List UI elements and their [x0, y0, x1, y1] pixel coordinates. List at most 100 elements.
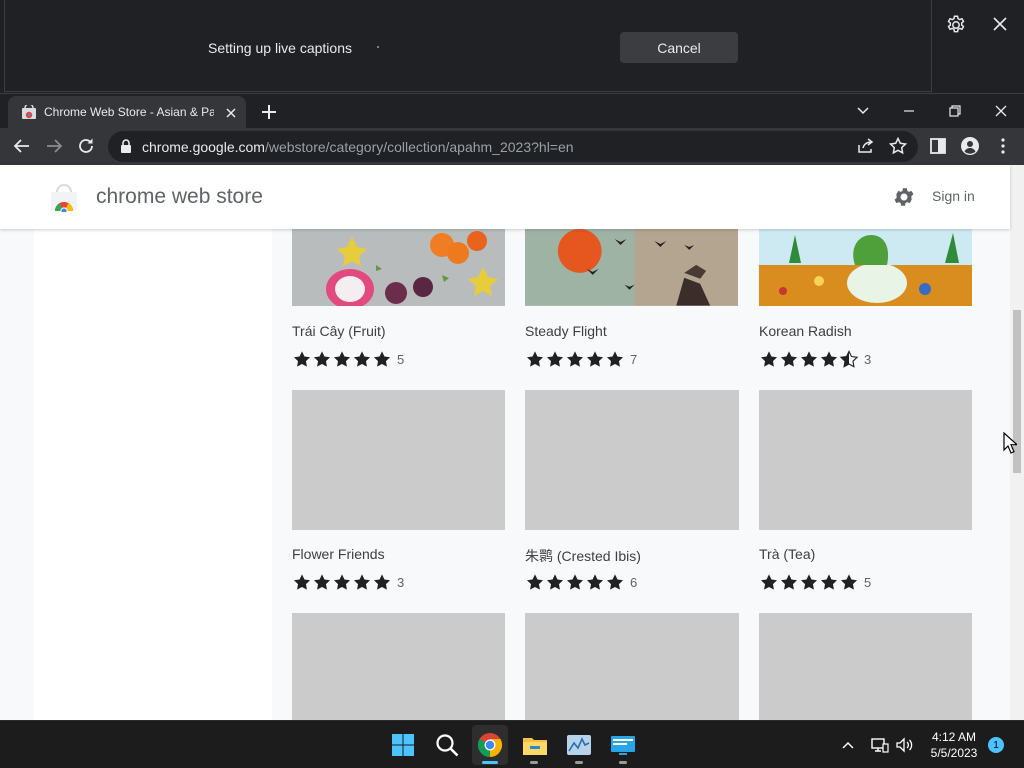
url-host: chrome.google.com — [142, 139, 265, 155]
extension-name[interactable]: Trái Cây (Fruit) — [292, 323, 386, 339]
chrome-icon — [477, 733, 503, 757]
restore-icon[interactable] — [945, 101, 965, 121]
search-icon[interactable] — [433, 731, 461, 759]
clock-time[interactable]: 4:12 AM — [928, 730, 980, 744]
extension-name[interactable]: Steady Flight — [525, 323, 607, 339]
web-page: chrome web store Sign in Trái Cây (Fruit… — [0, 165, 1024, 720]
tab-search-chevron-icon[interactable] — [853, 101, 873, 121]
extension-name[interactable]: 朱鹮 (Crested Ibis) — [525, 546, 641, 566]
rating-count: 5 — [864, 574, 872, 590]
star-icon — [780, 351, 798, 367]
theme-thumbnail-placeholder[interactable] — [292, 390, 505, 530]
show-hidden-icons-chevron-icon[interactable] — [840, 737, 856, 753]
rating-count: 3 — [397, 574, 405, 590]
network-icon[interactable] — [869, 735, 889, 755]
tab-strip: Chrome Web Store - Asian & Pac — [0, 93, 1024, 129]
star-icon — [293, 574, 311, 590]
captions-status-text: Setting up live captions — [208, 40, 352, 56]
theme-thumbnail-placeholder[interactable] — [525, 613, 739, 720]
task-manager-icon[interactable] — [565, 731, 593, 759]
extension-card[interactable]: Flower Friends 3 — [292, 390, 505, 600]
extension-name[interactable]: Korean Radish — [759, 323, 852, 339]
star-icon — [820, 351, 838, 367]
sign-in-link[interactable]: Sign in — [932, 188, 975, 204]
star-icon — [780, 574, 798, 590]
star-icon — [546, 351, 564, 367]
tab-chrome-web-store[interactable]: Chrome Web Store - Asian & Pac — [8, 96, 246, 129]
bookmark-star-icon[interactable] — [888, 136, 908, 156]
star-icon — [840, 574, 858, 590]
star-icon — [566, 351, 584, 367]
new-tab-icon[interactable] — [260, 103, 278, 121]
extension-name[interactable]: Trà (Tea) — [759, 546, 815, 562]
star-icon — [373, 574, 391, 590]
star-icon — [313, 351, 331, 367]
start-windows-icon[interactable] — [389, 731, 417, 759]
theme-thumbnail-placeholder[interactable] — [525, 390, 739, 530]
theme-thumbnail-placeholder[interactable] — [759, 390, 972, 530]
remote-desktop-icon[interactable] — [609, 731, 637, 759]
extension-card[interactable]: 朱鹮 (Crested Ibis) 6 — [525, 390, 739, 600]
back-arrow-icon[interactable] — [12, 136, 32, 156]
star-icon — [333, 351, 351, 367]
store-title[interactable]: chrome web store — [96, 185, 263, 209]
star-icon — [566, 574, 584, 590]
star-rating: 7 — [525, 350, 637, 368]
star-icon — [760, 351, 778, 367]
chrome-web-store-logo-icon[interactable] — [50, 184, 78, 212]
running-app-indicator — [530, 761, 538, 764]
star-icon — [760, 574, 778, 590]
settings-gear-icon[interactable] — [892, 185, 916, 209]
minimize-icon[interactable] — [899, 101, 919, 121]
close-icon[interactable] — [990, 14, 1010, 34]
tab-title: Chrome Web Store - Asian & Pac — [44, 105, 214, 119]
notification-badge[interactable]: 1 — [988, 737, 1004, 753]
live-captions-panel: Setting up live captions Cancel — [4, 0, 932, 92]
theme-thumbnail-placeholder[interactable] — [759, 613, 972, 720]
window-close-icon[interactable] — [991, 101, 1011, 121]
tab-close-icon[interactable] — [223, 105, 239, 121]
star-icon — [606, 351, 624, 367]
address-bar[interactable]: chrome.google.com/webstore/category/coll… — [108, 131, 918, 162]
taskbar-chrome-active[interactable] — [472, 725, 508, 765]
star-rating: 5 — [759, 573, 871, 591]
file-explorer-icon[interactable] — [521, 731, 549, 759]
captions-progress-dot — [377, 46, 379, 48]
extension-card[interactable] — [759, 613, 972, 720]
extension-name[interactable]: Flower Friends — [292, 546, 385, 562]
volume-icon[interactable] — [894, 735, 914, 755]
web-store-favicon-icon — [22, 105, 36, 119]
store-header: chrome web store Sign in — [0, 165, 1010, 229]
star-icon — [586, 574, 604, 590]
star-icon — [313, 574, 331, 590]
cancel-button[interactable]: Cancel — [620, 32, 738, 63]
forward-arrow-icon[interactable] — [44, 136, 64, 156]
rating-count: 6 — [630, 574, 638, 590]
theme-thumbnail-placeholder[interactable] — [292, 613, 505, 720]
star-rating: 3 — [292, 573, 404, 591]
reload-icon[interactable] — [76, 136, 96, 156]
profile-avatar-icon[interactable] — [960, 136, 980, 156]
star-icon — [800, 351, 818, 367]
running-app-indicator — [575, 761, 583, 764]
url-path: /webstore/category/collection/apahm_2023… — [264, 139, 574, 155]
extension-card[interactable]: Trà (Tea) 5 — [759, 390, 972, 600]
star-icon — [373, 351, 391, 367]
extension-card[interactable] — [525, 613, 739, 720]
lock-icon[interactable] — [118, 137, 134, 155]
more-menu-icon[interactable] — [993, 136, 1013, 156]
star-icon — [586, 351, 604, 367]
star-icon — [820, 574, 838, 590]
extension-card[interactable] — [292, 613, 505, 720]
gear-icon[interactable] — [945, 14, 967, 36]
side-panel-icon[interactable] — [928, 136, 948, 156]
star-icon — [606, 574, 624, 590]
star-icon — [526, 574, 544, 590]
clock-date[interactable]: 5/5/2023 — [926, 746, 982, 760]
rating-count: 7 — [630, 351, 638, 367]
share-icon[interactable] — [856, 136, 876, 156]
windows-taskbar: 4:12 AM 5/5/2023 1 — [0, 720, 1024, 768]
star-icon — [353, 351, 371, 367]
star-icon — [353, 574, 371, 590]
url-text: chrome.google.com/webstore/category/coll… — [142, 139, 574, 155]
